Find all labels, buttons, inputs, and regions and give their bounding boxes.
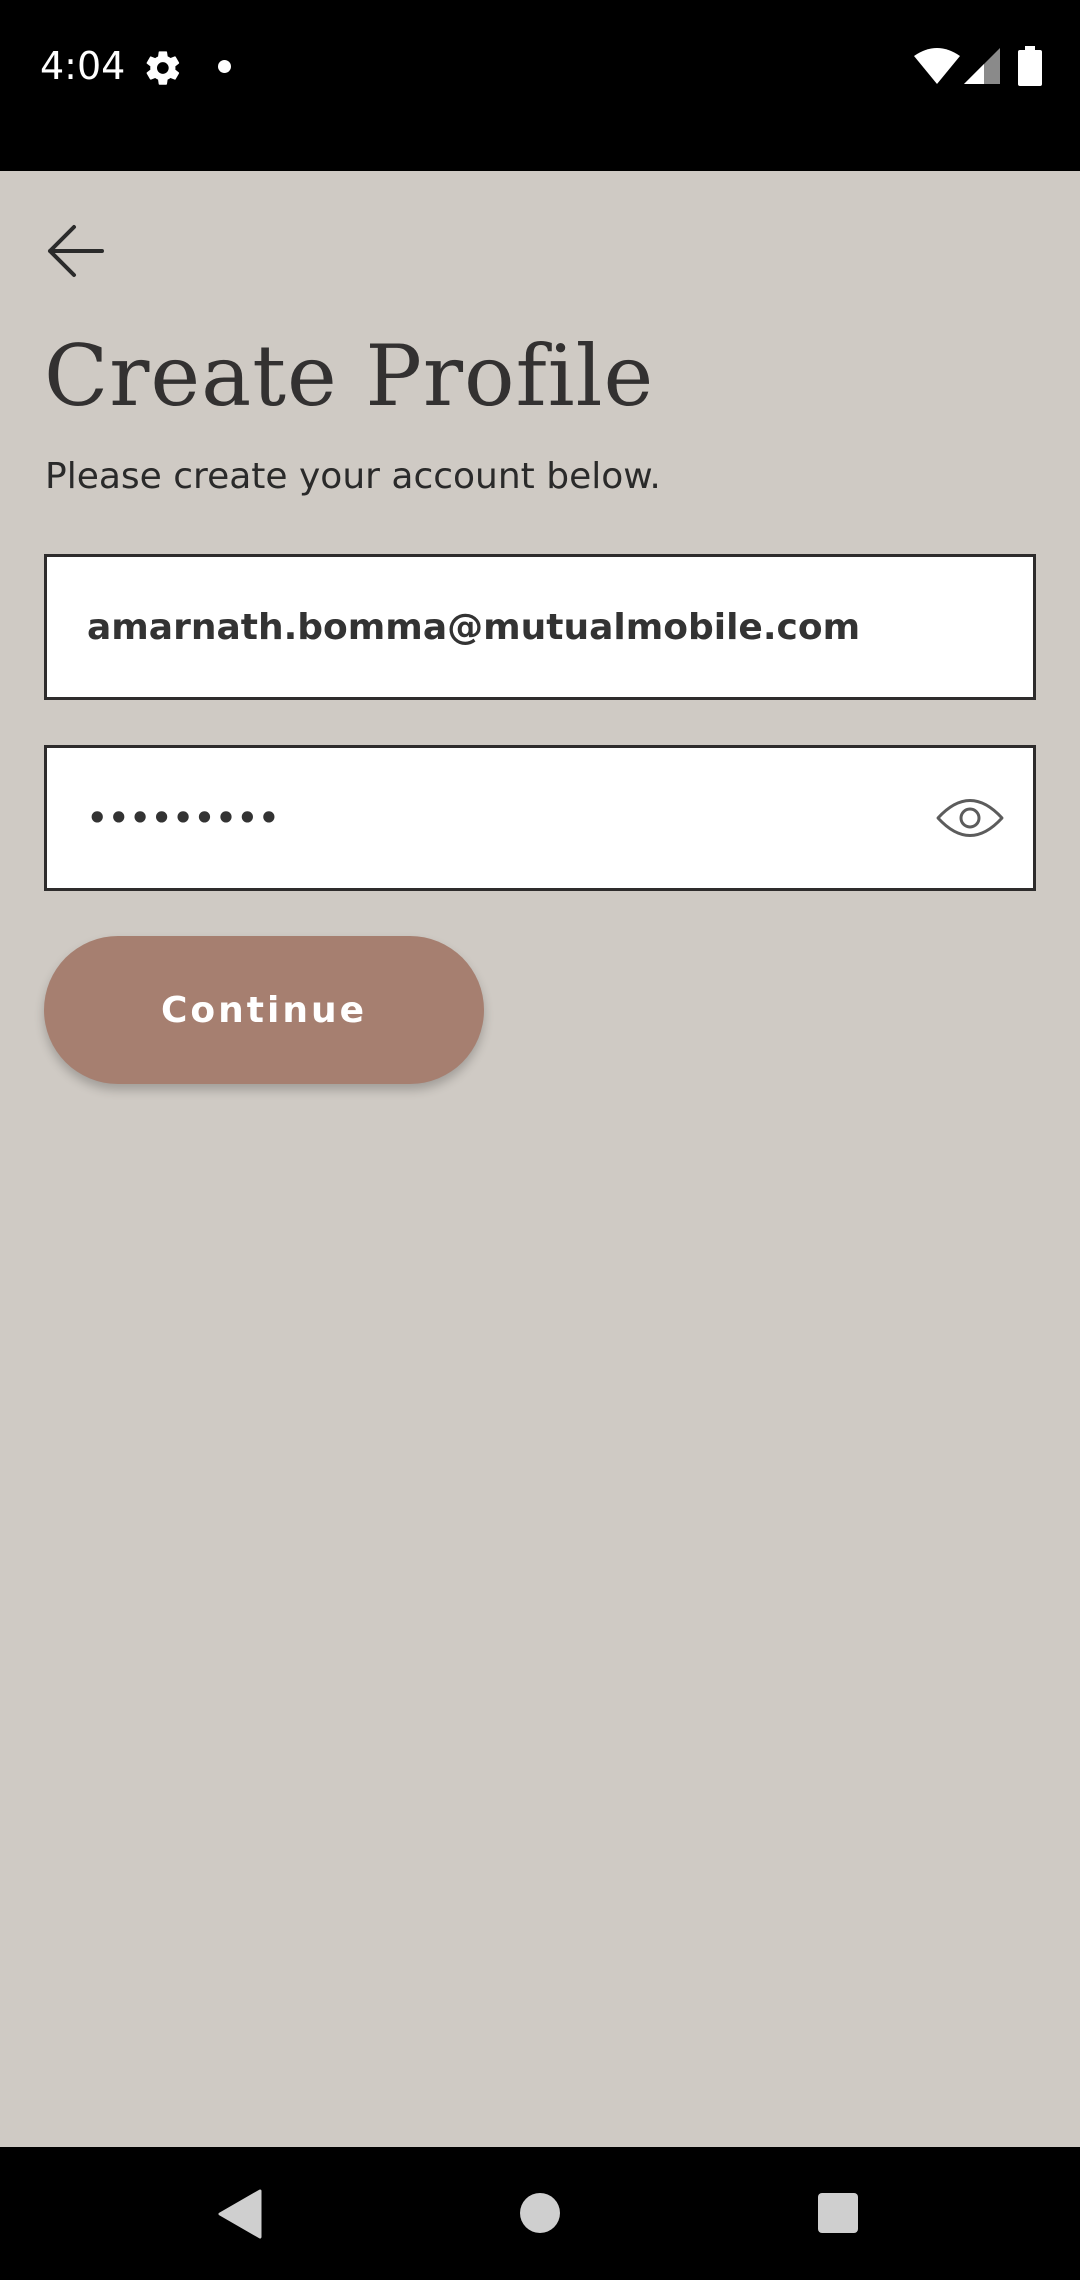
email-field[interactable] bbox=[87, 557, 987, 697]
page-title: Create Profile bbox=[44, 327, 655, 425]
password-field-container bbox=[44, 745, 1036, 891]
nav-home-icon[interactable] bbox=[520, 2193, 560, 2233]
arrow-left-icon bbox=[48, 225, 104, 277]
nav-recents-icon[interactable] bbox=[818, 2193, 858, 2233]
status-time: 4:04 bbox=[40, 44, 126, 88]
notification-dot-icon bbox=[218, 60, 231, 73]
password-field[interactable] bbox=[87, 748, 907, 888]
wifi-icon bbox=[914, 48, 960, 84]
nav-back-icon[interactable] bbox=[216, 2189, 262, 2239]
battery-icon bbox=[1018, 46, 1042, 86]
status-bar: 4:04 bbox=[0, 0, 1080, 171]
back-button[interactable] bbox=[40, 215, 112, 287]
create-profile-screen: Create Profile Please create your accoun… bbox=[0, 171, 1080, 2147]
signal-icon bbox=[964, 48, 1000, 84]
page-subtitle: Please create your account below. bbox=[45, 456, 661, 497]
eye-icon[interactable] bbox=[935, 791, 1005, 845]
continue-button[interactable]: Continue bbox=[44, 936, 484, 1084]
system-nav-bar bbox=[0, 2147, 1080, 2280]
email-field-container bbox=[44, 554, 1036, 700]
gear-icon bbox=[146, 51, 180, 85]
